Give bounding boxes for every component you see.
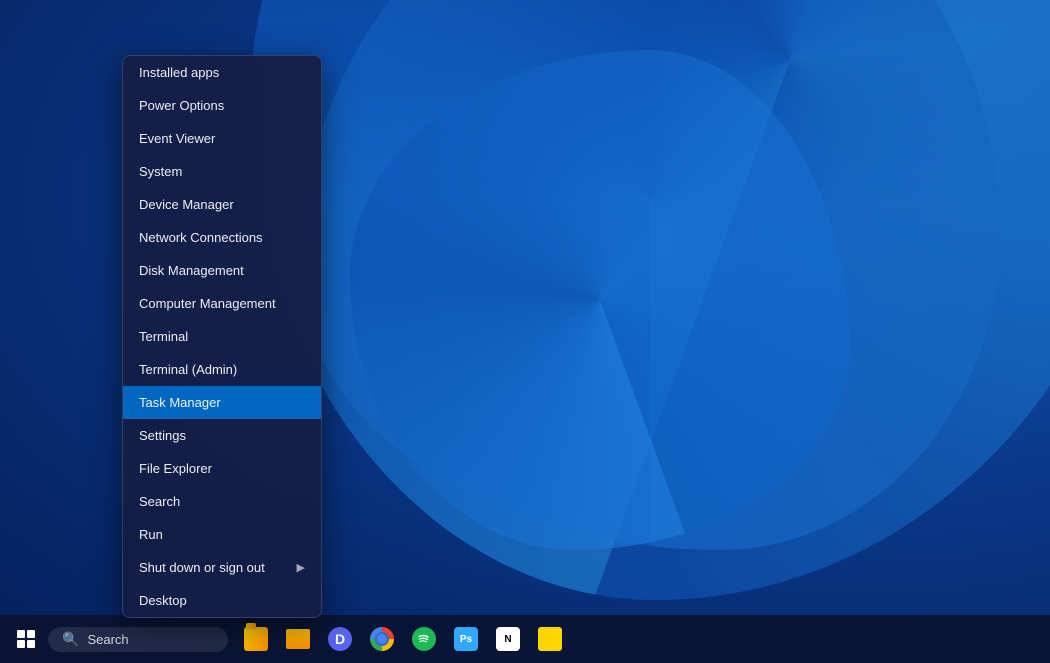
menu-arrow-icon-shut-down: ▶ <box>297 561 305 574</box>
menu-item-terminal[interactable]: Terminal <box>123 320 321 353</box>
menu-item-network-connections[interactable]: Network Connections <box>123 221 321 254</box>
menu-item-settings[interactable]: Settings <box>123 419 321 452</box>
file-manager-icon <box>244 627 268 651</box>
menu-item-run[interactable]: Run <box>123 518 321 551</box>
menu-item-label-power-options: Power Options <box>139 98 305 113</box>
menu-item-label-network-connections: Network Connections <box>139 230 305 245</box>
taskbar-app-file-manager[interactable] <box>236 619 276 659</box>
menu-item-label-device-manager: Device Manager <box>139 197 305 212</box>
taskbar-apps: D Ps N <box>236 619 570 659</box>
taskbar-app-photoshop[interactable]: Ps <box>446 619 486 659</box>
menu-item-computer-management[interactable]: Computer Management <box>123 287 321 320</box>
menu-item-label-run: Run <box>139 527 305 542</box>
menu-item-label-event-viewer: Event Viewer <box>139 131 305 146</box>
menu-item-shut-down[interactable]: Shut down or sign out▶ <box>123 551 321 584</box>
taskbar-app-folder[interactable] <box>278 619 318 659</box>
menu-item-system[interactable]: System <box>123 155 321 188</box>
menu-item-label-search: Search <box>139 494 305 509</box>
windows-logo-icon <box>17 630 35 648</box>
menu-item-label-shut-down: Shut down or sign out <box>139 560 297 575</box>
taskbar-search[interactable]: 🔍 Search <box>48 627 228 652</box>
menu-item-label-settings: Settings <box>139 428 305 443</box>
menu-item-search[interactable]: Search <box>123 485 321 518</box>
menu-item-label-disk-management: Disk Management <box>139 263 305 278</box>
menu-item-task-manager[interactable]: Task Manager <box>123 386 321 419</box>
search-icon: 🔍 <box>62 631 79 648</box>
context-menu: Installed apps Power Options Event Viewer S… <box>122 55 322 618</box>
menu-item-label-terminal: Terminal <box>139 329 305 344</box>
notion-icon: N <box>496 627 520 651</box>
taskbar: 🔍 Search D Ps N <box>0 615 1050 663</box>
menu-item-disk-management[interactable]: Disk Management <box>123 254 321 287</box>
discord-icon: D <box>328 627 352 651</box>
menu-item-label-installed-apps: Installed apps <box>139 65 305 80</box>
menu-item-power-options[interactable]: Power Options <box>123 89 321 122</box>
chrome-icon <box>370 627 394 651</box>
menu-item-installed-apps[interactable]: Installed apps <box>123 56 321 89</box>
menu-item-label-system: System <box>139 164 305 179</box>
notes-icon <box>538 627 562 651</box>
taskbar-app-spotify[interactable] <box>404 619 444 659</box>
taskbar-app-chrome[interactable] <box>362 619 402 659</box>
start-button[interactable] <box>8 621 44 657</box>
folder-icon <box>286 629 310 649</box>
menu-item-device-manager[interactable]: Device Manager <box>123 188 321 221</box>
menu-item-label-computer-management: Computer Management <box>139 296 305 311</box>
menu-item-label-task-manager: Task Manager <box>139 395 305 410</box>
photoshop-icon: Ps <box>454 627 478 651</box>
spotify-icon <box>412 627 436 651</box>
taskbar-app-discord[interactable]: D <box>320 619 360 659</box>
menu-item-label-terminal-admin: Terminal (Admin) <box>139 362 305 377</box>
taskbar-app-notes[interactable] <box>530 619 570 659</box>
taskbar-search-label: Search <box>87 632 128 647</box>
menu-item-event-viewer[interactable]: Event Viewer <box>123 122 321 155</box>
taskbar-app-notion[interactable]: N <box>488 619 528 659</box>
menu-item-label-file-explorer: File Explorer <box>139 461 305 476</box>
menu-item-desktop[interactable]: Desktop <box>123 584 321 617</box>
menu-item-label-desktop: Desktop <box>139 593 305 608</box>
menu-item-terminal-admin[interactable]: Terminal (Admin) <box>123 353 321 386</box>
menu-item-file-explorer[interactable]: File Explorer <box>123 452 321 485</box>
